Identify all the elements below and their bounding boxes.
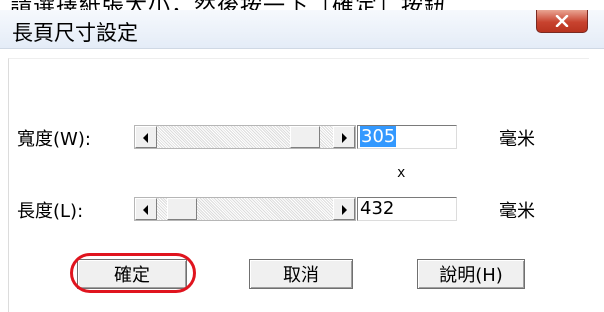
width-value: 305 (360, 126, 397, 147)
length-scroll-thumb[interactable] (167, 198, 197, 220)
length-value: 432 (360, 198, 395, 219)
length-scroll-right-button[interactable] (333, 198, 355, 220)
dimension-separator: x (397, 165, 406, 181)
cancel-button-label: 取消 (283, 265, 319, 286)
width-scroll-right-button[interactable] (333, 126, 355, 148)
width-input[interactable]: 305 (357, 125, 457, 149)
title-bar: 長頁尺寸設定 (0, 10, 604, 49)
close-icon (555, 15, 569, 27)
arrow-left-icon (142, 128, 150, 147)
length-label: 長度(L): (17, 201, 84, 222)
dialog-window: 長頁尺寸設定 寬度(W): 305 毫米 x 長度(L): 432 毫米 確定 … (0, 10, 604, 312)
arrow-right-icon (340, 200, 348, 219)
width-scrollbar[interactable] (134, 125, 356, 149)
width-scroll-left-button[interactable] (135, 126, 157, 148)
width-unit: 毫米 (499, 129, 535, 150)
arrow-left-icon (142, 200, 150, 219)
window-title: 長頁尺寸設定 (12, 21, 138, 45)
dialog-body: 寬度(W): 305 毫米 x 長度(L): 432 毫米 確定 取消 說明(H… (8, 58, 589, 312)
ok-button-label: 確定 (114, 265, 150, 286)
width-scroll-thumb[interactable] (290, 126, 320, 148)
close-button[interactable] (536, 10, 588, 33)
help-button-label: 說明(H) (439, 265, 503, 286)
arrow-right-icon (340, 128, 348, 147)
width-label: 寬度(W): (17, 129, 91, 150)
length-scrollbar[interactable] (134, 197, 356, 221)
length-input[interactable]: 432 (357, 197, 457, 221)
length-scroll-left-button[interactable] (135, 198, 157, 220)
length-unit: 毫米 (499, 201, 535, 222)
ok-button[interactable]: 確定 (70, 253, 196, 293)
cancel-button[interactable]: 取消 (249, 259, 353, 289)
help-button[interactable]: 說明(H) (417, 259, 525, 289)
